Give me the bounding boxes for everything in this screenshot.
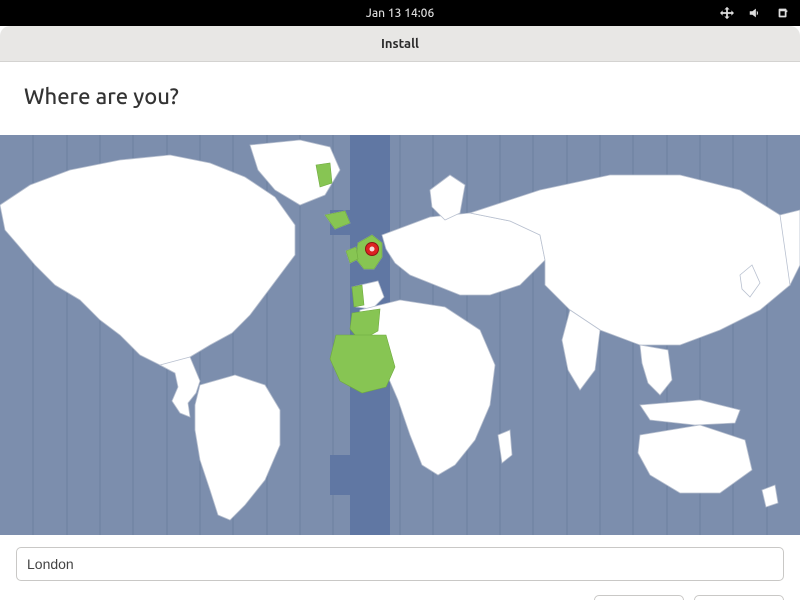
continue-button[interactable]: Continue [694,595,784,600]
network-wired-icon[interactable] [720,6,734,20]
location-input[interactable] [16,547,784,581]
back-button[interactable]: Back [594,595,684,600]
battery-icon[interactable] [776,6,790,20]
system-tray[interactable] [720,6,790,20]
clock: Jan 13 14:06 [366,7,434,20]
map-pin-icon [366,243,379,256]
nav-button-row: Back Continue [0,581,800,600]
page-heading: Where are you? [24,84,776,109]
volume-icon[interactable] [748,6,762,20]
timezone-map[interactable] [0,135,800,535]
gnome-topbar: Jan 13 14:06 [0,0,800,26]
window-title: Install [381,37,419,51]
window-titlebar: Install [0,26,800,62]
